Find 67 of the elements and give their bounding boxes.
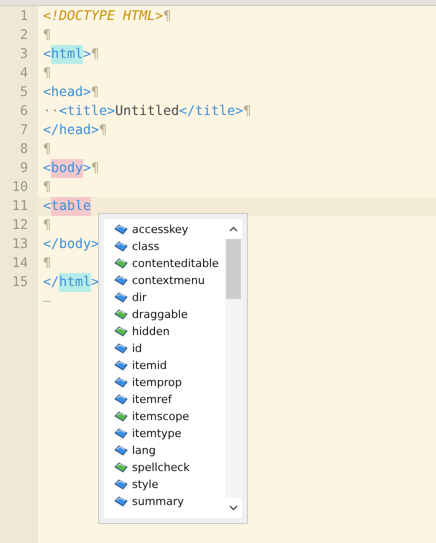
line-number: 9 <box>18 160 29 178</box>
pilcrow-mark: ¶ <box>43 27 52 45</box>
autocomplete-item[interactable]: itemprop <box>104 374 225 391</box>
code-token: html <box>59 273 92 292</box>
line-number: 6 <box>18 103 29 121</box>
autocomplete-item[interactable]: lang <box>104 442 225 459</box>
code-token: </body> <box>43 236 100 254</box>
pilcrow-mark: ¶ <box>91 84 100 102</box>
autocomplete-item[interactable]: itemscope <box>104 408 225 425</box>
autocomplete-item[interactable]: itemid <box>104 357 225 374</box>
code-token: </ <box>43 274 60 292</box>
whitespace-dots: ·· <box>43 103 60 121</box>
autocomplete-item[interactable]: class <box>104 238 225 255</box>
scroll-down-icon[interactable] <box>229 505 238 511</box>
code-token: <head> <box>43 84 92 102</box>
scroll-thumb[interactable] <box>226 239 241 299</box>
code-token: < <box>43 198 52 216</box>
autocomplete-item[interactable]: hidden <box>104 323 225 340</box>
line-number: 12 <box>10 217 29 235</box>
autocomplete-item[interactable]: contextmenu <box>104 272 225 289</box>
code-token: body <box>51 159 84 178</box>
code-token: < <box>43 46 52 64</box>
pilcrow-mark: ¶ <box>43 255 52 273</box>
autocomplete-item[interactable]: id <box>104 340 225 357</box>
autocomplete-item[interactable]: itemref <box>104 391 225 408</box>
line-number: 2 <box>18 27 29 45</box>
code-token: table <box>51 197 92 216</box>
line-number: 1 <box>18 8 29 26</box>
line-number: 14 <box>10 255 29 273</box>
autocomplete-item[interactable]: dir <box>104 289 225 306</box>
line-number: 7 <box>18 122 29 140</box>
line-number: 5 <box>18 84 29 102</box>
code-token: <title> <box>59 103 116 121</box>
code-token: <!DOCTYPE HTML> <box>43 8 164 26</box>
line-number: 15 <box>10 274 29 292</box>
pilcrow-mark: ¶ <box>43 179 52 197</box>
code-token: < <box>43 160 52 178</box>
end-of-file-mark: — <box>43 293 52 311</box>
autocomplete-item[interactable]: contenteditable <box>104 255 225 272</box>
autocomplete-item[interactable]: accesskey <box>104 221 225 238</box>
pilcrow-mark: ¶ <box>91 46 100 64</box>
pilcrow-mark: ¶ <box>99 122 108 140</box>
line-number: 13 <box>10 236 29 254</box>
autocomplete-item[interactable]: style <box>104 476 225 493</box>
code-token: html <box>51 45 84 64</box>
code-token: Untitled <box>115 103 180 121</box>
pilcrow-mark: ¶ <box>43 65 52 83</box>
line-number: 10 <box>10 179 29 197</box>
line-number: 3 <box>18 46 29 64</box>
code-token: > <box>83 160 92 178</box>
autocomplete-item[interactable]: draggable <box>104 306 225 323</box>
code-token: </head> <box>43 122 100 140</box>
pilcrow-mark: ¶ <box>243 103 252 121</box>
autocomplete-item[interactable]: summary <box>104 493 225 510</box>
code-token: > <box>83 46 92 64</box>
line-number: 11 <box>10 198 29 216</box>
line-number: 4 <box>18 65 29 83</box>
line-number: 8 <box>18 141 29 159</box>
scroll-up-icon[interactable] <box>229 226 238 232</box>
autocomplete-item[interactable]: spellcheck <box>104 459 225 476</box>
autocomplete-item[interactable]: itemtype <box>104 425 225 442</box>
code-token: </title> <box>179 103 244 121</box>
pilcrow-mark: ¶ <box>43 217 52 235</box>
pilcrow-mark: ¶ <box>43 141 52 159</box>
pilcrow-mark: ¶ <box>163 8 172 26</box>
pilcrow-mark: ¶ <box>91 160 100 178</box>
scrollbar[interactable] <box>225 219 242 518</box>
